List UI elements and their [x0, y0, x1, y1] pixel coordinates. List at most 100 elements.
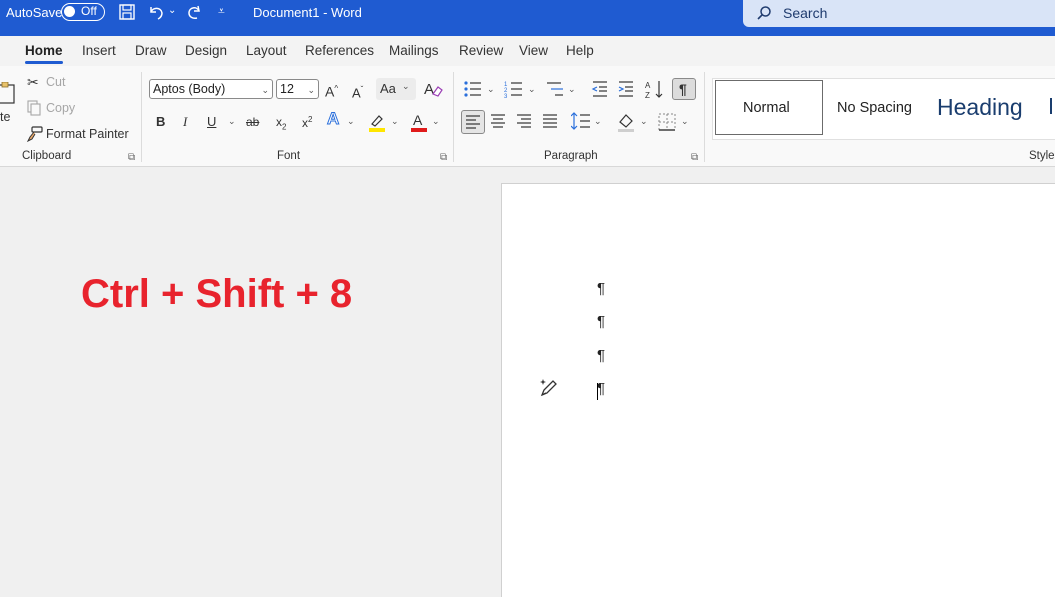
tab-home[interactable]: Home: [25, 43, 63, 64]
underline-icon[interactable]: U: [207, 114, 216, 130]
ribbon-tabs: Home Insert Draw Design Layout Reference…: [0, 36, 1055, 66]
tab-draw[interactable]: Draw: [135, 43, 167, 58]
paragraph-group-label: Paragraph: [544, 150, 598, 162]
paragraph-mark: ¶: [597, 313, 606, 330]
font-group-label: Font: [277, 150, 301, 162]
numbering-icon[interactable]: 1 2 3: [504, 80, 524, 98]
group-divider: [704, 72, 705, 162]
search-box[interactable]: Search: [743, 0, 1055, 27]
chevron-down-icon[interactable]: ⌄: [432, 116, 440, 127]
paragraph-mark: ¶: [597, 280, 606, 297]
sort-icon[interactable]: A Z: [645, 79, 665, 99]
svg-text:Z: Z: [645, 91, 650, 99]
format-painter-button[interactable]: Format Painter: [46, 127, 129, 141]
clear-formatting-icon[interactable]: A: [423, 80, 443, 98]
save-icon[interactable]: [118, 3, 136, 21]
paragraph-dialog-launcher-icon[interactable]: ⧉: [691, 152, 698, 163]
borders-icon[interactable]: [658, 113, 676, 131]
svg-text:3: 3: [504, 94, 508, 98]
chevron-down-icon[interactable]: ⌄: [347, 116, 355, 127]
text-effects-icon[interactable]: A: [326, 110, 339, 128]
chevron-down-icon[interactable]: ⌄: [681, 116, 689, 127]
change-case-button[interactable]: Aa ⌄: [376, 78, 416, 100]
font-dialog-launcher-icon[interactable]: ⧉: [440, 152, 447, 163]
align-left-icon: [466, 115, 480, 129]
tab-help[interactable]: Help: [566, 43, 594, 58]
copy-button[interactable]: Copy: [46, 101, 75, 115]
tab-layout[interactable]: Layout: [246, 43, 287, 58]
tab-view[interactable]: View: [519, 43, 548, 58]
chevron-down-icon: ⌄: [402, 81, 410, 91]
chevron-down-icon[interactable]: ⌄: [391, 116, 399, 127]
shrink-font-icon[interactable]: Aˇ: [352, 82, 363, 101]
tab-mailings[interactable]: Mailings: [389, 43, 439, 58]
search-label: Search: [783, 5, 828, 21]
search-icon: [757, 6, 771, 20]
clipboard-dialog-launcher-icon[interactable]: ⧉: [128, 152, 135, 163]
copilot-draft-icon[interactable]: [538, 377, 560, 399]
grow-font-icon[interactable]: A^: [325, 81, 338, 100]
autosave-toggle[interactable]: Off: [61, 3, 105, 21]
bullets-icon[interactable]: [463, 80, 483, 98]
chevron-down-icon[interactable]: ⌄: [568, 84, 576, 95]
format-painter-icon[interactable]: [26, 126, 43, 142]
line-spacing-icon[interactable]: [571, 112, 591, 130]
strikethrough-icon[interactable]: ab: [246, 114, 259, 130]
show-hide-marks-button[interactable]: ¶: [672, 78, 696, 100]
chevron-down-icon[interactable]: ⌄: [594, 116, 602, 127]
undo-dropdown-chevron-icon[interactable]: ⌄: [168, 5, 176, 16]
multilevel-list-icon[interactable]: [545, 80, 565, 98]
pilcrow-icon: ¶: [679, 81, 687, 97]
chevron-down-icon[interactable]: ⌄: [487, 84, 495, 95]
tab-review[interactable]: Review: [459, 43, 503, 58]
subscript-icon[interactable]: x2: [276, 114, 286, 135]
customize-toolbar-icon[interactable]: ⩡: [218, 4, 225, 19]
bold-icon[interactable]: B: [156, 114, 165, 130]
cut-button[interactable]: Cut: [46, 75, 65, 89]
increase-indent-icon[interactable]: [617, 80, 635, 98]
shading-icon[interactable]: [616, 112, 636, 132]
paste-icon[interactable]: [0, 82, 16, 104]
redo-icon[interactable]: [185, 3, 203, 21]
style-heading[interactable]: Heading: [937, 94, 1023, 121]
align-right-icon[interactable]: [516, 114, 532, 128]
cut-icon[interactable]: ✂: [27, 74, 39, 90]
document-page[interactable]: [501, 183, 1055, 597]
tab-references[interactable]: References: [305, 43, 374, 58]
next-style-edge[interactable]: [1050, 98, 1052, 114]
style-normal[interactable]: Normal: [715, 80, 823, 135]
chevron-down-icon: ⌄: [261, 85, 269, 95]
paragraph-mark: ¶: [597, 380, 606, 397]
font-size-dropdown[interactable]: 12 ⌄: [276, 79, 319, 99]
superscript-icon[interactable]: x2: [302, 112, 312, 131]
font-name-dropdown[interactable]: Aptos (Body) ⌄: [149, 79, 273, 99]
undo-icon[interactable]: [147, 3, 165, 21]
font-name-value: Aptos (Body): [153, 82, 226, 96]
copy-icon[interactable]: [26, 100, 42, 116]
font-color-icon[interactable]: A: [409, 112, 429, 132]
tab-insert[interactable]: Insert: [82, 43, 116, 58]
group-divider: [141, 72, 142, 162]
group-divider: [453, 72, 454, 162]
tab-design[interactable]: Design: [185, 43, 227, 58]
align-center-icon[interactable]: [490, 114, 506, 128]
chevron-down-icon: ⌄: [307, 85, 315, 95]
paragraph-mark: ¶: [597, 347, 606, 364]
font-size-value: 12: [280, 82, 294, 96]
toggle-knob: [64, 6, 75, 17]
paste-label[interactable]: te: [0, 110, 10, 124]
chevron-down-icon[interactable]: ⌄: [528, 84, 536, 95]
highlight-color-icon[interactable]: [367, 112, 387, 132]
style-no-spacing[interactable]: No Spacing: [837, 100, 912, 116]
autosave-label: AutoSave: [6, 5, 63, 20]
svg-text:A: A: [645, 81, 651, 90]
align-left-button[interactable]: [461, 110, 485, 134]
style-normal-label: Normal: [743, 100, 790, 116]
chevron-down-icon[interactable]: ⌄: [640, 116, 648, 127]
decrease-indent-icon[interactable]: [591, 80, 609, 98]
italic-icon[interactable]: I: [183, 114, 187, 130]
shortcut-overlay-text: Ctrl + Shift + 8: [81, 272, 353, 316]
styles-group-label: Styles: [1029, 150, 1055, 162]
justify-icon[interactable]: [542, 114, 558, 128]
chevron-down-icon[interactable]: ⌄: [228, 116, 236, 127]
